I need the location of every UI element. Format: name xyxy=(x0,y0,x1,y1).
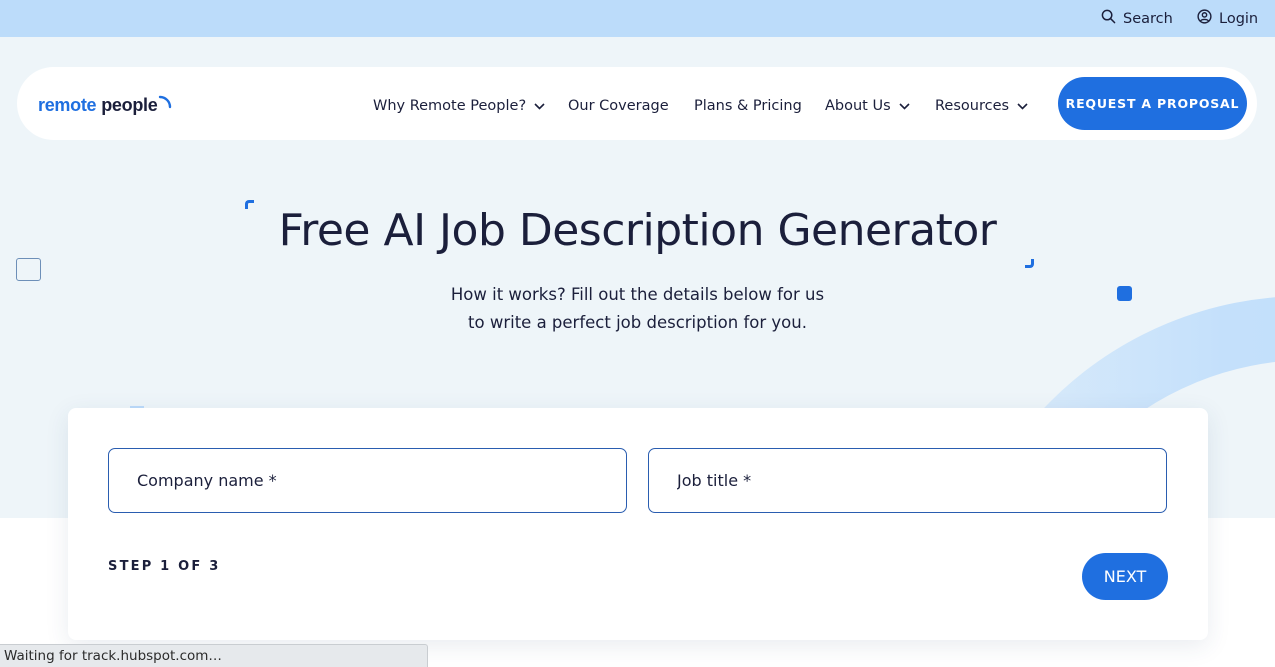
job-title-input[interactable] xyxy=(648,448,1167,513)
nav-our-coverage[interactable]: Our Coverage xyxy=(568,95,669,117)
step-indicator: STEP 1 OF 3 xyxy=(108,559,221,574)
subtitle-line-2: to write a perfect job description for y… xyxy=(468,313,807,332)
nav-item-label: About Us xyxy=(825,98,891,114)
company-name-input[interactable] xyxy=(108,448,627,513)
search-link[interactable]: Search xyxy=(1101,0,1173,37)
utility-bar: Search Login xyxy=(0,0,1275,37)
logo-signal-icon xyxy=(159,95,172,109)
main-navigation: remote people Why Remote People? Our Cov… xyxy=(17,67,1257,140)
logo-text-remote: remote xyxy=(38,94,97,115)
browser-status-bar: Waiting for track.hubspot.com… xyxy=(0,644,428,667)
chevron-down-icon xyxy=(534,98,545,114)
next-button[interactable]: NEXT xyxy=(1082,553,1168,600)
title-bracket-bottom-right xyxy=(1025,259,1034,268)
subtitle-line-1: How it works? Fill out the details below… xyxy=(450,285,825,304)
page-title: Free AI Job Description Generator xyxy=(278,205,997,256)
nav-why-remote-people[interactable]: Why Remote People? xyxy=(373,95,545,117)
chevron-down-icon xyxy=(899,98,910,114)
request-proposal-button[interactable]: REQUEST A PROPOSAL xyxy=(1058,77,1247,130)
nav-item-label: Resources xyxy=(935,98,1010,114)
nav-resources[interactable]: Resources xyxy=(935,95,1028,117)
logo[interactable]: remote people xyxy=(38,93,172,117)
search-icon xyxy=(1101,9,1116,28)
logo-text-people: people xyxy=(101,94,158,115)
login-label: Login xyxy=(1219,10,1259,27)
user-icon xyxy=(1197,9,1212,28)
nav-item-label: Plans & Pricing xyxy=(694,98,802,114)
search-label: Search xyxy=(1123,10,1173,27)
nav-item-label: Our Coverage xyxy=(568,98,669,114)
nav-plans-pricing[interactable]: Plans & Pricing xyxy=(694,95,802,117)
nav-about-us[interactable]: About Us xyxy=(825,95,910,117)
nav-item-label: Why Remote People? xyxy=(373,98,527,114)
generator-form-card: STEP 1 OF 3 NEXT xyxy=(68,408,1208,640)
decorative-square xyxy=(16,258,41,281)
chevron-down-icon xyxy=(1017,98,1028,114)
login-link[interactable]: Login xyxy=(1197,0,1258,37)
